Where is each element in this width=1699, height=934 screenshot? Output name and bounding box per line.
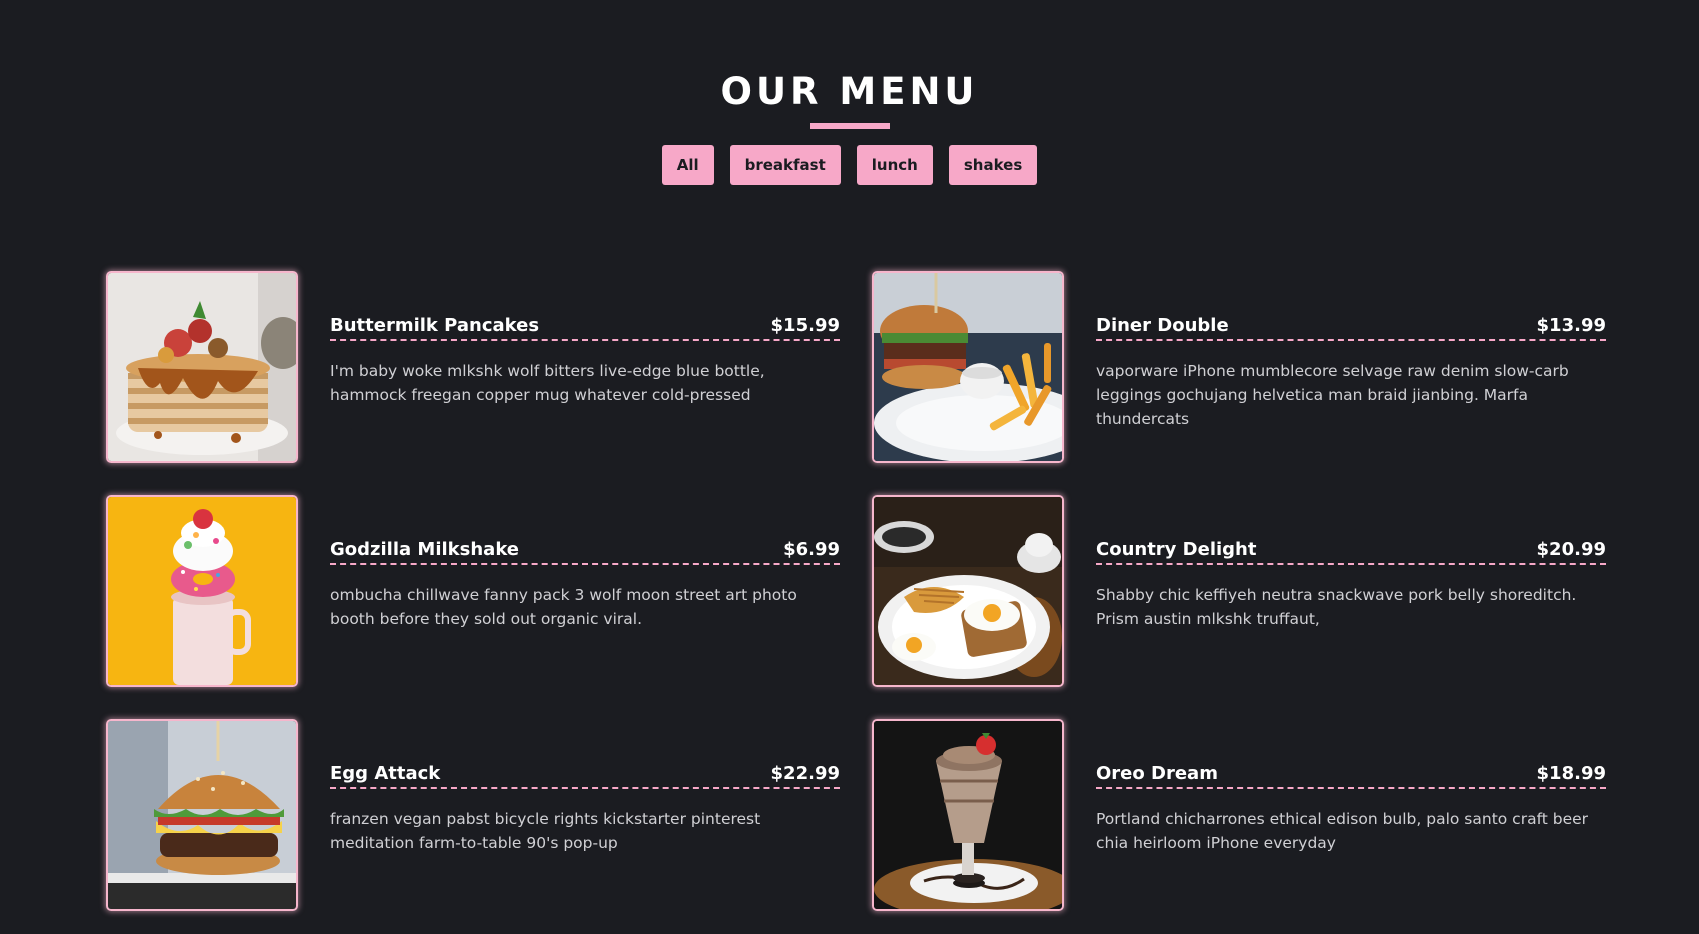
- menu-item-info: Diner Double $13.99 vaporware iPhone mum…: [1096, 271, 1606, 447]
- menu-item-info: Egg Attack $22.99 franzen vegan pabst bi…: [330, 719, 840, 871]
- milkshake-image: [106, 495, 298, 687]
- menu-item-desc: Shabby chic keffiyeh neutra snackwave po…: [1096, 586, 1577, 628]
- menu-item-header: Diner Double $13.99: [1096, 315, 1606, 341]
- burger-fries-image: [872, 271, 1064, 463]
- menu-item: Oreo Dream $18.99 Portland chicharrones …: [872, 719, 1606, 911]
- menu-item-title: Diner Double: [1096, 315, 1229, 336]
- menu-item-info: Country Delight $20.99 Shabby chic keffi…: [1096, 495, 1606, 647]
- oreo-shake-image: [872, 719, 1064, 911]
- eggs-toast-image: [872, 495, 1064, 687]
- egg-burger-image: [106, 719, 298, 911]
- filter-bar: All breakfast lunch shakes: [0, 145, 1699, 185]
- menu-grid: Buttermilk Pancakes $15.99 I'm baby woke…: [106, 271, 1606, 911]
- menu-item-info: Oreo Dream $18.99 Portland chicharrones …: [1096, 719, 1606, 871]
- menu-item: Godzilla Milkshake $6.99 ombucha chillwa…: [106, 495, 840, 687]
- menu-item-desc: franzen vegan pabst bicycle rights kicks…: [330, 810, 761, 852]
- menu-item-title: Godzilla Milkshake: [330, 539, 520, 560]
- pancakes-image: [106, 271, 298, 463]
- menu-item-price: $18.99: [1536, 763, 1606, 784]
- menu-item-header: Godzilla Milkshake $6.99: [330, 539, 840, 565]
- menu-item: Country Delight $20.99 Shabby chic keffi…: [872, 495, 1606, 687]
- title-underline: [809, 123, 890, 129]
- menu-item-title: Egg Attack: [330, 763, 441, 784]
- menu-item-info: Godzilla Milkshake $6.99 ombucha chillwa…: [330, 495, 840, 647]
- menu-item-desc: I'm baby woke mlkshk wolf bitters live-e…: [330, 362, 765, 404]
- menu-item-desc: ombucha chillwave fanny pack 3 wolf moon…: [330, 586, 797, 628]
- menu-item-price: $6.99: [783, 539, 840, 560]
- filter-breakfast-button[interactable]: breakfast: [729, 145, 841, 185]
- filter-shakes-button[interactable]: shakes: [948, 145, 1038, 185]
- menu-item-price: $13.99: [1536, 315, 1606, 336]
- menu-item-title: Country Delight: [1096, 539, 1257, 560]
- menu-item-header: Oreo Dream $18.99: [1096, 763, 1606, 789]
- menu-item: Buttermilk Pancakes $15.99 I'm baby woke…: [106, 271, 840, 463]
- page-title: OUR MENU: [720, 70, 979, 113]
- menu-item-price: $22.99: [770, 763, 840, 784]
- menu-item-header: Country Delight $20.99: [1096, 539, 1606, 565]
- menu-item-header: Buttermilk Pancakes $15.99: [330, 315, 840, 341]
- menu-item: Egg Attack $22.99 franzen vegan pabst bi…: [106, 719, 840, 911]
- menu-item-price: $20.99: [1536, 539, 1606, 560]
- menu-item-header: Egg Attack $22.99: [330, 763, 840, 789]
- menu-item-price: $15.99: [770, 315, 840, 336]
- menu-item-desc: Portland chicharrones ethical edison bul…: [1096, 810, 1589, 852]
- menu-item-info: Buttermilk Pancakes $15.99 I'm baby woke…: [330, 271, 840, 423]
- menu-item-title: Buttermilk Pancakes: [330, 315, 540, 336]
- filter-lunch-button[interactable]: lunch: [856, 145, 933, 185]
- menu-item-desc: vaporware iPhone mumblecore selvage raw …: [1096, 362, 1569, 428]
- menu-header: OUR MENU All breakfast lunch shakes: [0, 0, 1699, 185]
- filter-all-button[interactable]: All: [661, 145, 714, 185]
- menu-item: Diner Double $13.99 vaporware iPhone mum…: [872, 271, 1606, 463]
- menu-item-title: Oreo Dream: [1096, 763, 1218, 784]
